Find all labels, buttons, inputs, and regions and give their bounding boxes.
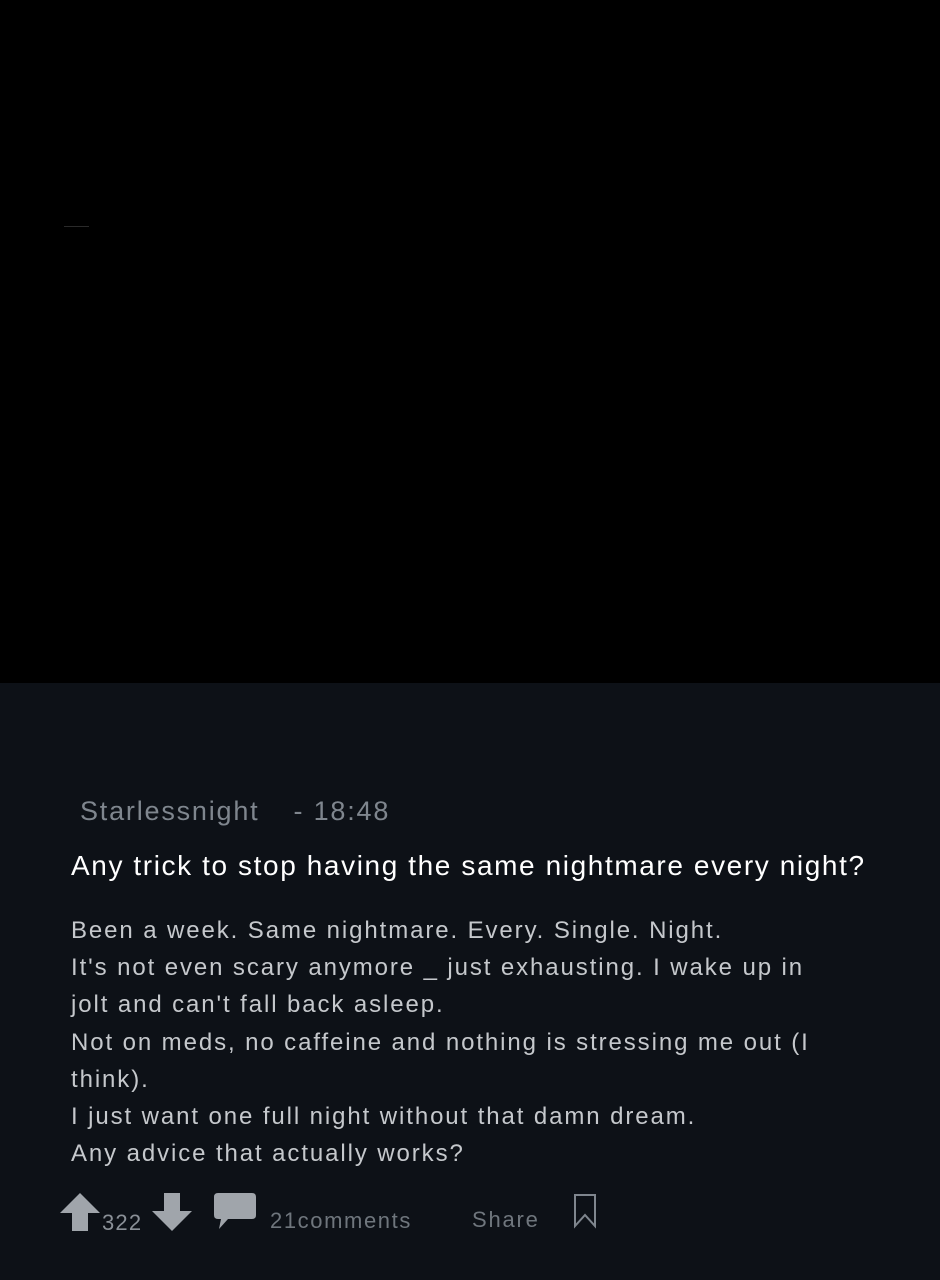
body-line: Not on meds, no caffeine and nothing is … [71, 1028, 810, 1056]
body-line: Been a week. Same nightmare. Every. Sing… [71, 917, 724, 944]
body-line: Any advice that actually works? [71, 1140, 465, 1168]
body-line: It's not even scary anymore _ just exhau… [71, 954, 805, 982]
bookmark-icon[interactable] [572, 1193, 598, 1229]
post-body: Been a week. Same nightmare. Every. Sing… [71, 912, 901, 1172]
post-meta: Starlessnight - 18:48 [80, 796, 390, 827]
body-line: jolt and can't fall back asleep. [71, 991, 445, 1019]
vote-score: 322 [102, 1210, 143, 1235]
arrow-down-icon[interactable] [152, 1193, 192, 1231]
arrow-up-icon[interactable] [60, 1193, 100, 1231]
post-card: Starlessnight - 18:48 Any trick to stop h… [0, 683, 940, 1280]
share-button[interactable]: Share [472, 1207, 540, 1233]
action-bar: 322 21comments Share [0, 1188, 940, 1238]
speech-bubble-icon[interactable] [214, 1193, 258, 1231]
divider [64, 226, 89, 227]
post-title[interactable]: Any trick to stop having the same nightm… [71, 850, 940, 882]
body-line: I just want one full night without that … [71, 1103, 697, 1131]
comments-link[interactable]: 21comments [270, 1208, 412, 1234]
author-name[interactable]: Starlessnight [80, 796, 259, 826]
body-line: think). [71, 1065, 150, 1093]
post-time: - 18:48 [293, 796, 391, 826]
media-area [0, 0, 940, 683]
